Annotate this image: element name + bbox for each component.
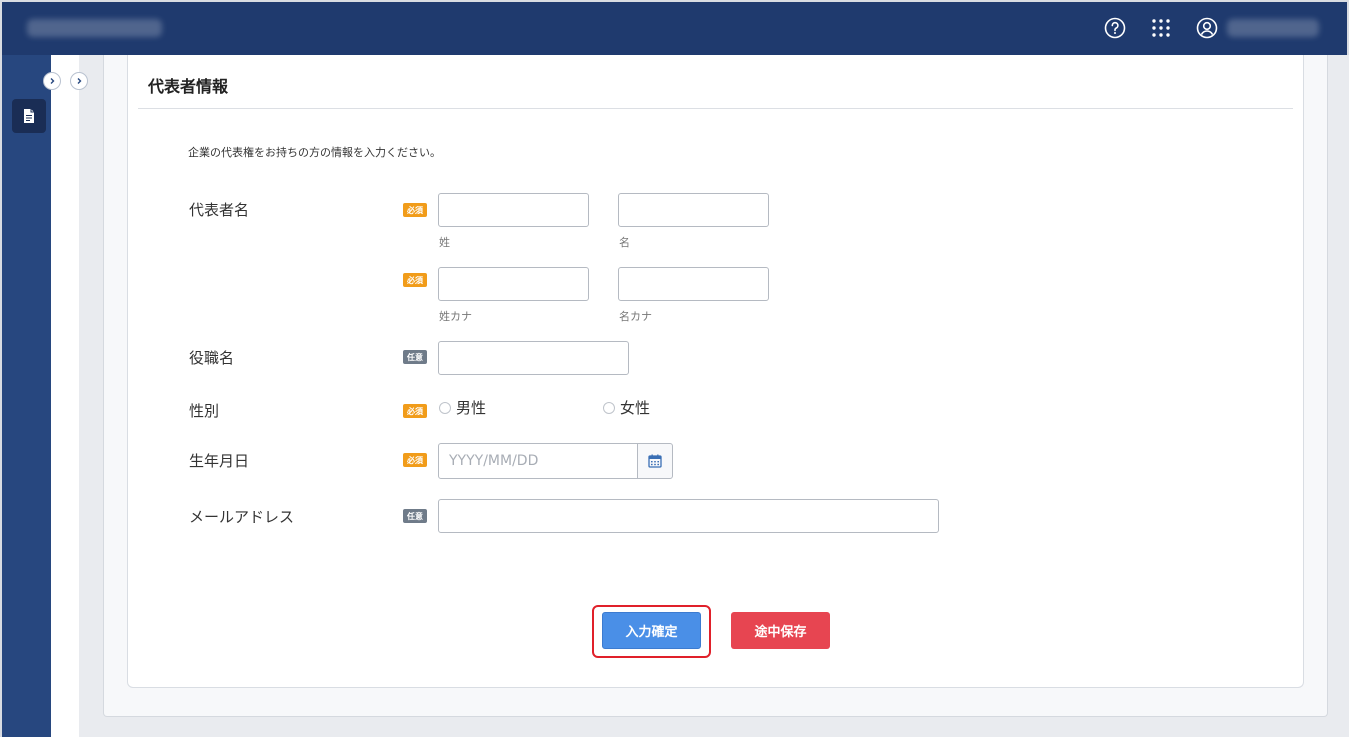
last-name-kana-sublabel: 姓カナ xyxy=(439,310,472,323)
panel-expand-toggle[interactable] xyxy=(70,72,88,90)
gender-radio-female[interactable]: 女性 xyxy=(603,397,650,418)
top-bar xyxy=(0,0,1349,55)
sidebar-expand-toggle[interactable] xyxy=(43,72,61,90)
chevron-right-icon xyxy=(77,78,82,84)
section-intro: 企業の代表権をお持ちの方の情報を入力ください。 xyxy=(188,146,441,159)
gender-label: 性別 xyxy=(189,402,220,420)
radio-button[interactable] xyxy=(439,401,451,414)
gender-radio-male[interactable]: 男性 xyxy=(439,397,486,418)
first-name-kana-sublabel: 名カナ xyxy=(619,310,652,323)
title-label: 役職名 xyxy=(189,349,235,367)
radio-label: 男性 xyxy=(456,399,487,417)
radio-button[interactable] xyxy=(603,401,615,414)
email-input[interactable] xyxy=(438,499,939,533)
birthdate-label: 生年月日 xyxy=(189,452,250,470)
first-name-input[interactable] xyxy=(618,193,769,227)
rep-name-label: 代表者名 xyxy=(189,201,250,219)
date-picker-button[interactable] xyxy=(637,443,673,479)
sidebar-item-document[interactable] xyxy=(12,99,46,133)
required-badge: 必須 xyxy=(403,404,427,418)
calendar-icon xyxy=(648,454,662,468)
confirm-input-button[interactable]: 入力確定 xyxy=(602,612,701,649)
user-icon[interactable] xyxy=(1195,16,1219,40)
document-icon xyxy=(24,109,34,123)
section-divider xyxy=(138,108,1293,109)
last-name-sublabel: 姓 xyxy=(439,236,450,249)
optional-badge: 任意 xyxy=(403,350,427,364)
required-badge: 必須 xyxy=(403,273,427,287)
sidebar xyxy=(0,55,51,737)
secondary-sidebar xyxy=(51,55,79,737)
section-title: 代表者情報 xyxy=(148,77,229,96)
first-name-sublabel: 名 xyxy=(619,236,630,249)
app-title-blurred xyxy=(27,19,162,37)
last-name-input[interactable] xyxy=(438,193,589,227)
required-badge: 必須 xyxy=(403,203,427,217)
birthdate-input[interactable] xyxy=(438,443,638,479)
first-name-kana-input[interactable] xyxy=(618,267,769,301)
email-label: メールアドレス xyxy=(189,508,295,526)
optional-badge: 任意 xyxy=(403,509,427,523)
radio-label: 女性 xyxy=(620,399,651,417)
last-name-kana-input[interactable] xyxy=(438,267,589,301)
help-circle-icon[interactable] xyxy=(1103,16,1127,40)
user-name-blurred[interactable] xyxy=(1227,19,1319,37)
chevron-right-icon xyxy=(50,78,55,84)
save-draft-button[interactable]: 途中保存 xyxy=(731,612,830,649)
title-input[interactable] xyxy=(438,341,629,375)
required-badge: 必須 xyxy=(403,453,427,467)
grid-icon[interactable] xyxy=(1149,16,1173,40)
